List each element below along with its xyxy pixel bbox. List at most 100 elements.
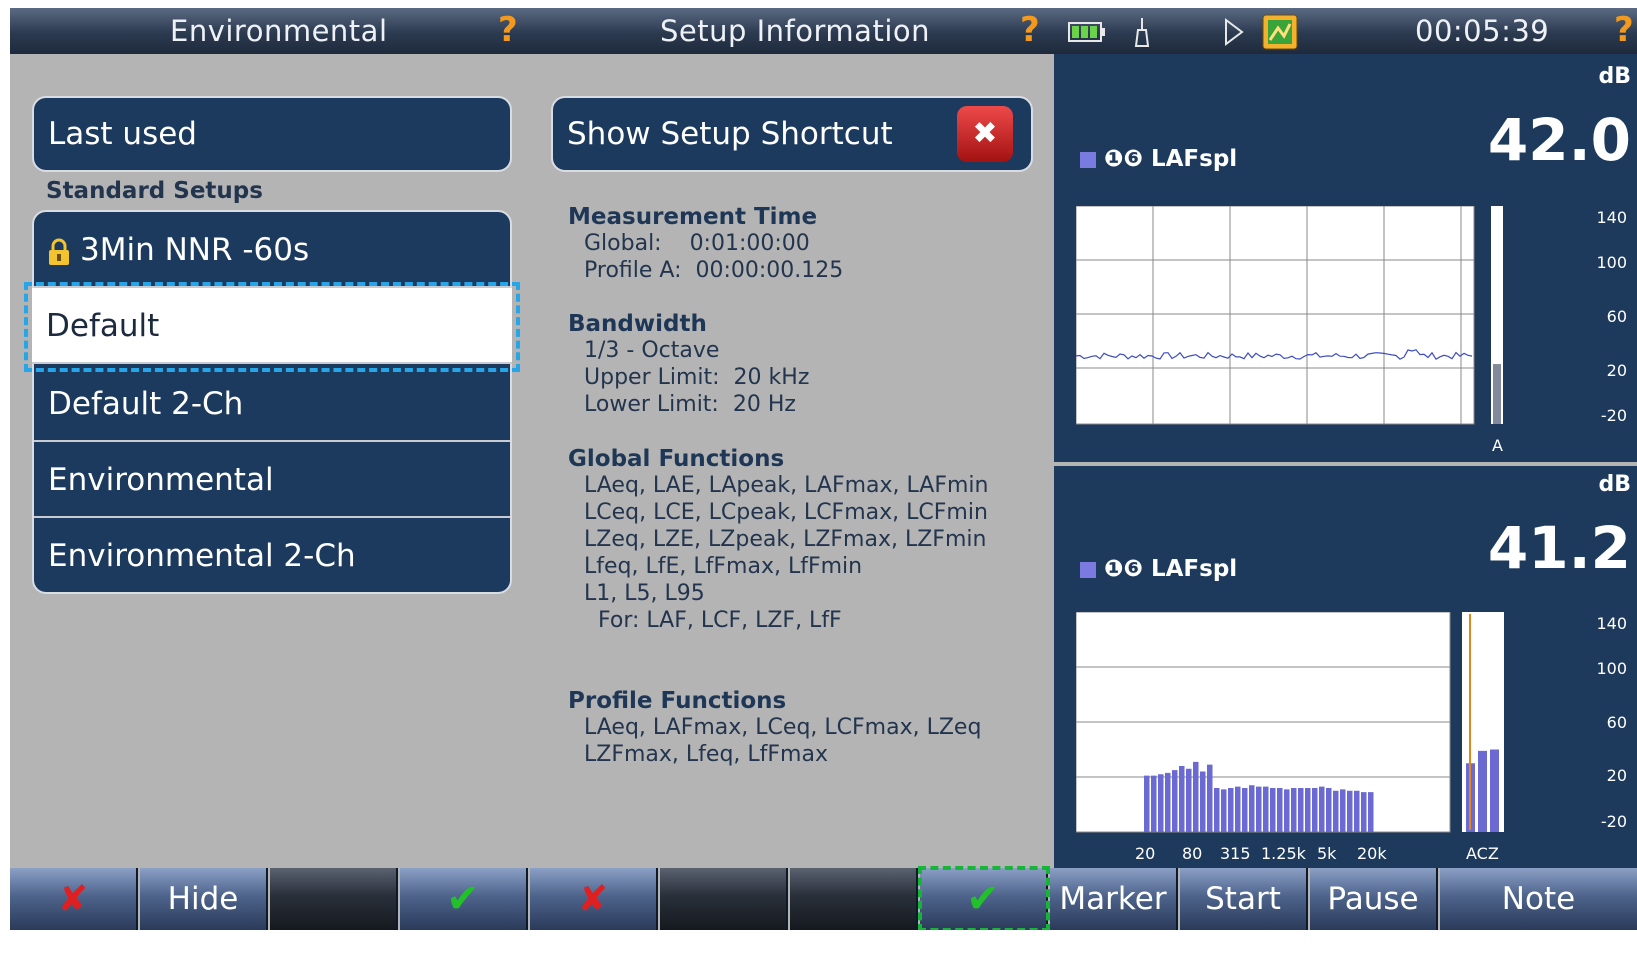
setup-item-environmental-2ch[interactable]: Environmental 2-Ch xyxy=(34,518,510,592)
x-tick: 315 xyxy=(1220,844,1251,863)
channel-label: ❶❻ LAFspl xyxy=(1080,556,1237,582)
unit-label: dB xyxy=(1598,472,1631,497)
y-tick: -20 xyxy=(1600,406,1627,425)
setup-item-default-2ch[interactable]: Default 2-Ch xyxy=(34,366,510,442)
y-tick: 20 xyxy=(1606,766,1627,785)
close-icon[interactable]: ✖ xyxy=(957,106,1013,162)
info-line: Lfeq, LfE, LfFmax, LfFmin xyxy=(584,554,863,579)
check-icon: ✔ xyxy=(446,876,480,922)
blank-softkey[interactable] xyxy=(660,868,788,930)
level-value: 42.0 xyxy=(1487,106,1631,174)
spectrum-bar xyxy=(1256,786,1262,832)
channel-color-swatch xyxy=(1080,151,1096,168)
info-line: 1/3 - Octave xyxy=(584,338,720,363)
measurement-time-section: Measurement Time Global: 0:01:00:00 Prof… xyxy=(568,204,843,284)
info-line: LZFmax, Lfeq, LfFmax xyxy=(584,742,828,767)
spectrum-bar xyxy=(1270,788,1276,832)
spectrum-bar xyxy=(1284,789,1290,832)
spectrum-bar xyxy=(1207,764,1213,832)
last-used-button[interactable]: Last used xyxy=(32,96,512,172)
marker-button[interactable]: Marker xyxy=(1050,868,1178,930)
channel-color-swatch xyxy=(1080,561,1096,578)
y-tick: 100 xyxy=(1596,253,1627,272)
acz-bar xyxy=(1490,749,1499,832)
setup-item-label: Default xyxy=(46,308,160,344)
channel-name: LAFspl xyxy=(1150,146,1238,172)
button-label: Hide xyxy=(167,881,239,917)
clock: 00:05:39 xyxy=(1415,14,1550,48)
cancel-icon: ✘ xyxy=(57,878,89,920)
pause-button[interactable]: Pause xyxy=(1310,868,1438,930)
button-label: Marker xyxy=(1059,881,1167,917)
y-tick: 60 xyxy=(1606,713,1627,732)
blank-softkey[interactable] xyxy=(270,868,398,930)
channel-name: LAFspl xyxy=(1150,556,1238,582)
cancel-button[interactable]: ✘ xyxy=(530,868,658,930)
x-tick: 20k xyxy=(1357,844,1387,863)
y-tick: 100 xyxy=(1596,659,1627,678)
spectrum-bar xyxy=(1172,770,1178,832)
acz-chart xyxy=(1462,612,1504,832)
spectrum-bar xyxy=(1368,792,1374,832)
info-line: LZeq, LZE, LZpeak, LZFmax, LZFmin xyxy=(584,527,987,552)
help-icon[interactable]: ? xyxy=(1020,10,1040,50)
y-tick: 140 xyxy=(1596,614,1627,633)
confirm-button-highlighted[interactable]: ✔ xyxy=(918,866,1050,930)
time-history-chart xyxy=(1076,206,1475,425)
spectrum-bar xyxy=(1312,788,1318,832)
unit-label: dB xyxy=(1598,64,1631,89)
spectrum-bar xyxy=(1165,772,1171,832)
status-icon xyxy=(1262,14,1298,50)
spectrum-bar xyxy=(1277,788,1283,832)
spectrum-bar xyxy=(1144,775,1150,832)
setup-item-environmental[interactable]: Environmental xyxy=(34,442,510,518)
spectrum-bar xyxy=(1298,788,1304,832)
spectrum-bar xyxy=(1347,790,1353,832)
microphone-icon xyxy=(1134,18,1150,47)
help-icon[interactable]: ? xyxy=(498,10,518,50)
start-button[interactable]: Start xyxy=(1180,868,1308,930)
spectrum-bar xyxy=(1158,774,1164,832)
lock-icon xyxy=(49,238,69,265)
spectrum-bar xyxy=(1228,788,1234,832)
section-label: Standard Setups xyxy=(46,178,263,204)
check-icon: ✔ xyxy=(966,876,1000,922)
setup-item-label: Default 2-Ch xyxy=(48,386,244,422)
spectrum-bar xyxy=(1249,785,1255,832)
spectrum-bar xyxy=(1291,788,1297,832)
setup-item-3min-nnr[interactable]: 3Min NNR -60s xyxy=(34,212,510,288)
level-bar xyxy=(1491,206,1503,424)
setup-item-default[interactable]: Default xyxy=(32,288,512,364)
spectrum-bar xyxy=(1361,792,1367,832)
acz-bar xyxy=(1478,750,1487,832)
spectrum-bar xyxy=(1242,788,1248,832)
info-line: Profile A: 00:00:00.125 xyxy=(584,258,844,283)
spectrum-bar xyxy=(1340,789,1346,832)
hide-button[interactable]: Hide xyxy=(140,868,268,930)
spectrum-bar xyxy=(1333,790,1339,832)
help-icon[interactable]: ? xyxy=(1614,10,1634,50)
confirm-button[interactable]: ✔ xyxy=(400,868,528,930)
x-tick: 20 xyxy=(1135,844,1156,863)
level-panel-spectrum[interactable]: dB 41.2 ❶❻ LAFspl 140 100 60 20 -20 20 8… xyxy=(1054,466,1637,868)
cancel-button[interactable]: ✘ xyxy=(10,868,138,930)
level-value: 41.2 xyxy=(1487,514,1631,582)
info-line: LAeq, LAE, LApeak, LAFmax, LAFmin xyxy=(584,473,989,498)
channel-label: ❶❻ LAFspl xyxy=(1080,146,1237,172)
spectrum-bar xyxy=(1263,786,1269,832)
info-line: Lower Limit: 20 Hz xyxy=(584,392,796,417)
x-tick: 5k xyxy=(1317,844,1337,863)
show-setup-shortcut-toggle[interactable]: Show Setup Shortcut ✖ xyxy=(551,96,1033,172)
level-panel-time[interactable]: dB 42.0 ❶❻ LAFspl 140 100 60 20 -20 A xyxy=(1054,54,1637,462)
section-heading: Bandwidth xyxy=(568,311,707,337)
bandwidth-section: Bandwidth 1/3 - Octave Upper Limit: 20 k… xyxy=(568,311,809,418)
setup-item-label: 3Min NNR -60s xyxy=(80,232,310,268)
panel-title: Setup Information xyxy=(660,14,930,48)
blank-softkey[interactable] xyxy=(790,868,918,930)
section-heading: Global Functions xyxy=(568,446,785,472)
y-tick: 140 xyxy=(1596,208,1627,227)
spectrum-bar xyxy=(1193,761,1199,832)
info-line: Upper Limit: 20 kHz xyxy=(584,365,810,390)
note-button[interactable]: Note xyxy=(1440,868,1637,930)
setup-title: Environmental xyxy=(170,14,388,48)
